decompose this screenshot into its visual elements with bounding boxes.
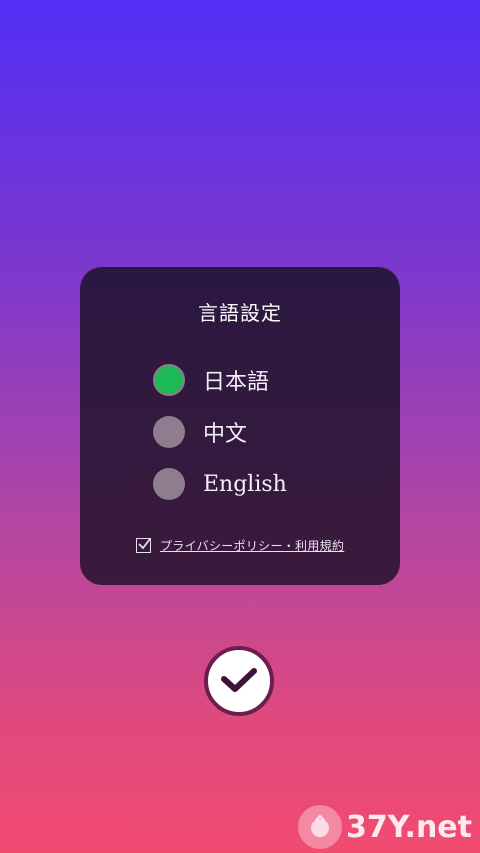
watermark: 37Y.net xyxy=(298,805,472,849)
check-icon xyxy=(138,538,151,550)
language-option-english[interactable]: English xyxy=(153,467,287,501)
language-label-chinese: 中文 xyxy=(203,422,248,447)
watermark-logo-icon xyxy=(298,805,343,849)
terms-checkbox[interactable] xyxy=(136,538,151,553)
language-label-japanese: 日本語 xyxy=(203,370,270,395)
language-option-japanese[interactable]: 日本語 xyxy=(153,363,269,397)
watermark-text: 37Y.net xyxy=(346,809,472,845)
language-label-english: English xyxy=(203,471,287,497)
language-option-chinese[interactable]: 中文 xyxy=(153,415,247,449)
radio-selected-icon[interactable] xyxy=(153,364,185,396)
radio-unselected-icon[interactable] xyxy=(153,416,185,448)
radio-unselected-icon[interactable] xyxy=(153,468,185,500)
confirm-button[interactable] xyxy=(204,646,274,716)
dialog-title: 言語設定 xyxy=(198,301,282,325)
language-settings-dialog: 言語設定 日本語 中文 English プライバシーポリシー・利用規約 xyxy=(80,267,400,585)
terms-row: プライバシーポリシー・利用規約 xyxy=(136,537,344,554)
privacy-policy-link[interactable]: プライバシーポリシー・利用規約 xyxy=(160,537,344,554)
checkmark-icon xyxy=(221,668,257,692)
